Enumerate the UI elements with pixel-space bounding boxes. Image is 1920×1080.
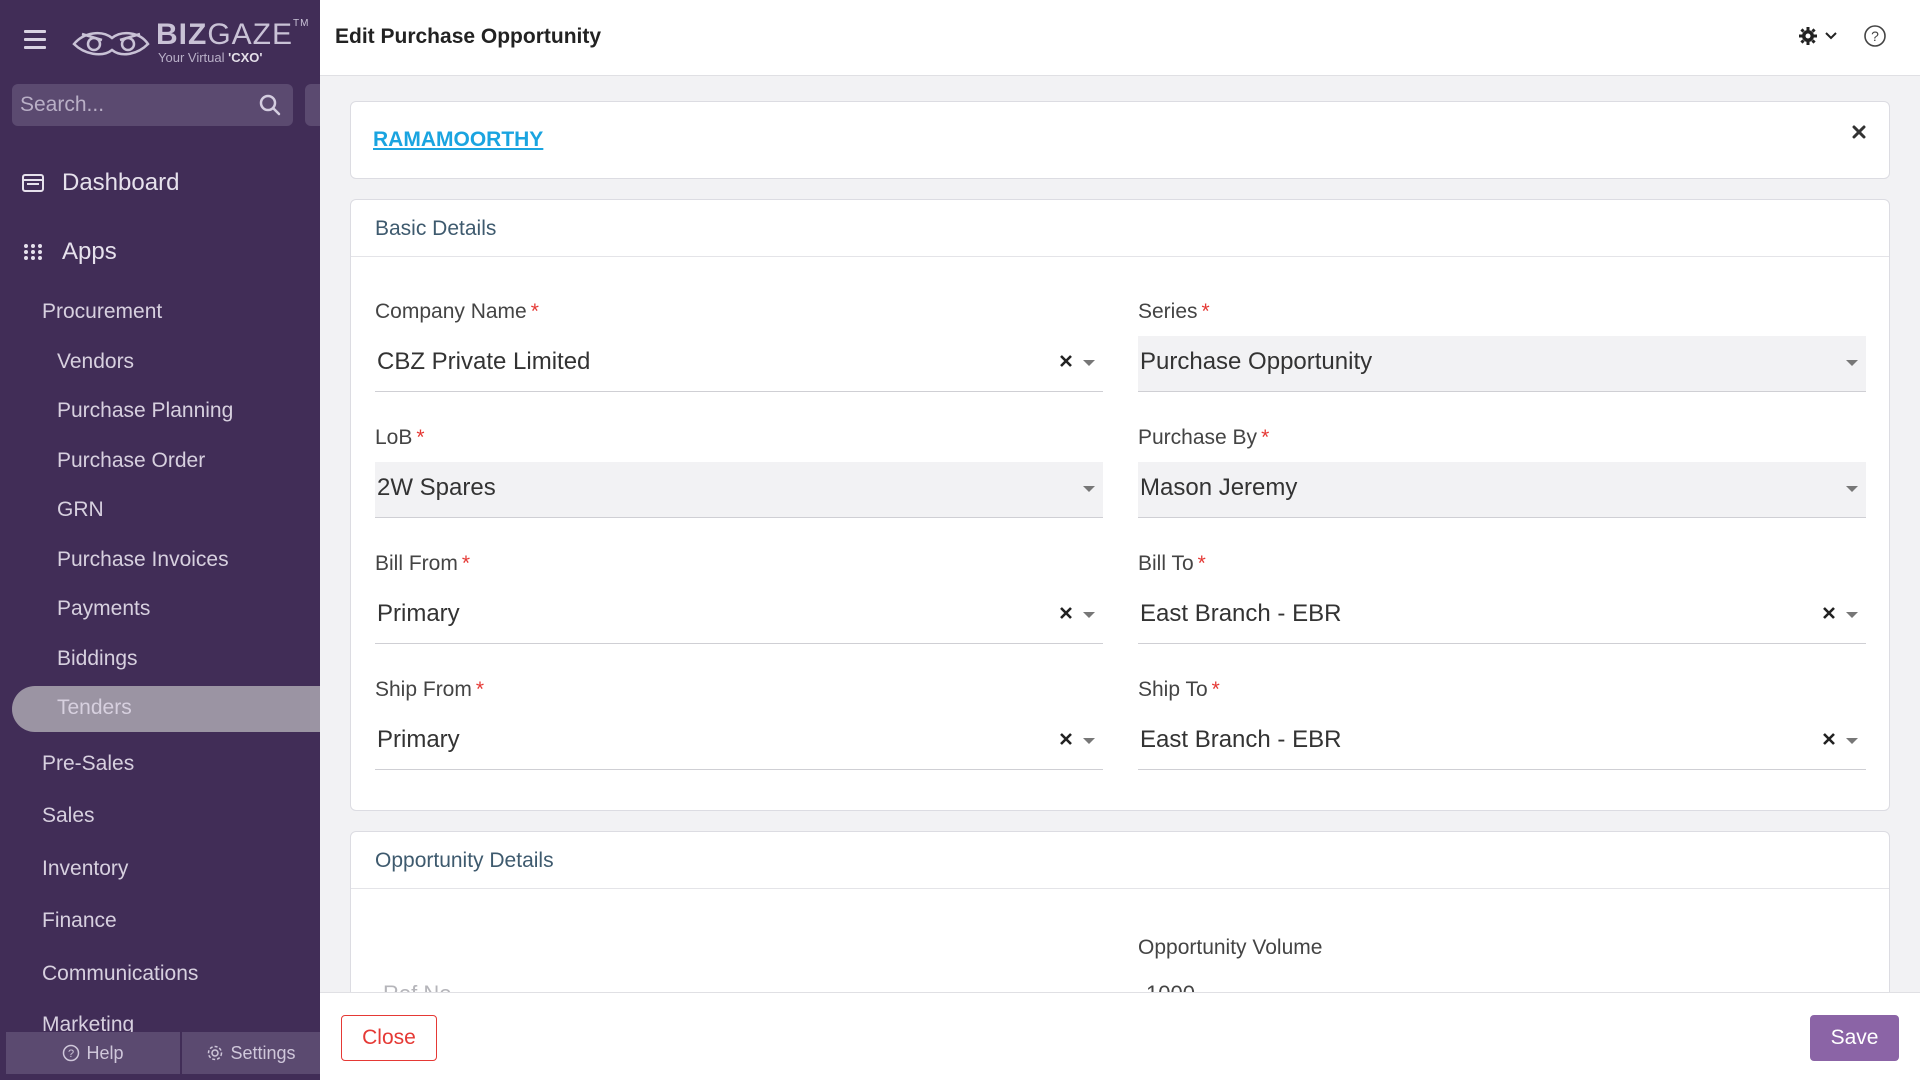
sidebar-item-dashboard[interactable]: Dashboard (20, 163, 179, 203)
sidebar: BIZGAZETM Your Virtual 'CXO' Dashboard A… (0, 0, 320, 1080)
field-value: Purchase Opportunity (1140, 348, 1373, 375)
help-circle-icon: ? (63, 1044, 80, 1062)
svg-text:?: ? (1871, 28, 1879, 44)
section-title: Basic Details (351, 200, 1889, 257)
sidebar-item-label: Dashboard (62, 169, 180, 196)
search-input[interactable] (12, 84, 252, 126)
menu-toggle-icon[interactable] (24, 30, 46, 49)
sidebar-item-purchase-invoices[interactable]: Purchase Invoices (57, 548, 229, 572)
ship-to-label: Ship To * (1138, 678, 1220, 701)
sidebar-item-tenders[interactable]: Tenders (57, 696, 132, 720)
field-value: Primary (377, 726, 460, 753)
settings-menu[interactable] (1798, 26, 1838, 46)
caret-down-icon (1083, 360, 1095, 366)
caret-down-icon (1846, 360, 1858, 366)
sidebar-item-vendors[interactable]: Vendors (57, 350, 134, 374)
bottom-action-bar: Close Save (320, 992, 1920, 1080)
save-button[interactable]: Save (1810, 1015, 1899, 1061)
purchase-by-label: Purchase By * (1138, 426, 1270, 449)
brand-logo[interactable]: BIZGAZETM Your Virtual 'CXO' (72, 18, 308, 68)
sidebar-item-purchase-order[interactable]: Purchase Order (57, 449, 205, 473)
top-bar: Edit Purchase Opportunity ? (320, 0, 1920, 76)
bill-from-label: Bill From * (375, 552, 471, 575)
caret-down-icon (1846, 486, 1858, 492)
chevron-down-icon (1825, 32, 1837, 40)
field-value: East Branch - EBR (1140, 600, 1342, 627)
lob-select[interactable]: 2W Spares (375, 462, 1103, 518)
caret-down-icon (1083, 486, 1095, 492)
bill-to-select[interactable]: East Branch - EBR (1138, 588, 1866, 644)
sidebar-category-procurement[interactable]: Procurement (42, 300, 162, 324)
vendor-link[interactable]: RAMAMOORTHY (373, 128, 543, 152)
owl-logo-icon (72, 31, 150, 56)
caret-down-icon (1846, 738, 1858, 744)
series-label: Series * (1138, 300, 1210, 323)
ship-to-select[interactable]: East Branch - EBR (1138, 714, 1866, 770)
field-value: Primary (377, 600, 460, 627)
brand-name: BIZGAZETM (156, 18, 310, 51)
ship-from-label: Ship From * (375, 678, 485, 701)
caret-down-icon (1083, 612, 1095, 618)
help-icon[interactable]: ? (1863, 24, 1887, 48)
settings-gear-icon (208, 1045, 223, 1061)
field-value: CBZ Private Limited (377, 348, 591, 375)
sidebar-category-finance[interactable]: Finance (42, 909, 117, 933)
series-select[interactable]: Purchase Opportunity (1138, 336, 1866, 392)
sidebar-item-label: Apps (62, 238, 117, 265)
sidebar-category-inventory[interactable]: Inventory (42, 857, 128, 881)
close-button[interactable]: Close (341, 1015, 437, 1061)
search-icon[interactable] (259, 94, 281, 116)
main-content: Edit Purchase Opportunity ? RAMAMOORTHY … (320, 0, 1920, 1080)
field-value: 2W Spares (377, 474, 496, 501)
lob-label: LoB * (375, 426, 425, 449)
apps-grid-icon (24, 244, 42, 260)
field-value: East Branch - EBR (1140, 726, 1342, 753)
close-icon[interactable] (1851, 124, 1867, 140)
sidebar-item-payments[interactable]: Payments (57, 597, 150, 621)
dashboard-icon (22, 174, 44, 192)
ship-from-select[interactable]: Primary (375, 714, 1103, 770)
bill-to-label: Bill To * (1138, 552, 1206, 575)
bill-from-select[interactable]: Primary (375, 588, 1103, 644)
clear-icon[interactable] (1822, 606, 1836, 620)
purchase-by-select[interactable]: Mason Jeremy (1138, 462, 1866, 518)
sidebar-search (12, 84, 293, 126)
brand-tagline: Your Virtual 'CXO' (158, 50, 263, 65)
sidebar-category-sales[interactable]: Sales (42, 804, 95, 828)
basic-details-card: Basic Details Company Name * CBZ Private … (350, 199, 1890, 811)
sidebar-item-grn[interactable]: GRN (57, 498, 104, 522)
settings-button[interactable]: Settings (182, 1032, 320, 1074)
sidebar-item-purchase-planning[interactable]: Purchase Planning (57, 399, 233, 423)
sidebar-footer: ? Help Settings (6, 1032, 320, 1074)
company-name-label: Company Name * (375, 300, 539, 323)
sidebar-item-biddings[interactable]: Biddings (57, 647, 138, 671)
sidebar-category-communications[interactable]: Communications (42, 962, 198, 986)
field-value: Mason Jeremy (1140, 474, 1298, 501)
sidebar-header: BIZGAZETM Your Virtual 'CXO' (0, 0, 320, 80)
company-name-select[interactable]: CBZ Private Limited (375, 336, 1103, 392)
vendor-card: RAMAMOORTHY (350, 101, 1890, 179)
sidebar-item-apps[interactable]: Apps (20, 232, 117, 272)
caret-down-icon (1083, 738, 1095, 744)
gear-icon (1799, 27, 1817, 45)
clear-icon[interactable] (1059, 606, 1073, 620)
caret-down-icon (1846, 612, 1858, 618)
clear-icon[interactable] (1059, 354, 1073, 368)
search-side-button[interactable] (305, 84, 320, 126)
help-button[interactable]: ? Help (6, 1032, 180, 1074)
page-title: Edit Purchase Opportunity (335, 25, 602, 48)
sidebar-category-pre-sales[interactable]: Pre-Sales (42, 752, 134, 776)
section-title: Opportunity Details (351, 832, 1889, 889)
opportunity-volume-label: Opportunity Volume (1138, 936, 1323, 959)
svg-text:?: ? (68, 1048, 74, 1060)
clear-icon[interactable] (1822, 732, 1836, 746)
clear-icon[interactable] (1059, 732, 1073, 746)
